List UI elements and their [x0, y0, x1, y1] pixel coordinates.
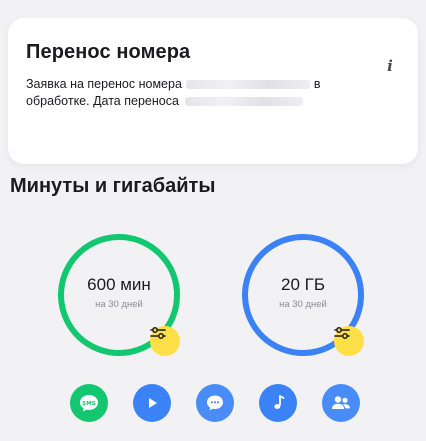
- music-icon: [274, 395, 285, 409]
- chat-icon: [207, 395, 223, 411]
- sliders-icon: [334, 327, 350, 339]
- card-description: Заявка на перенос номера в обработке. Дат…: [26, 76, 366, 110]
- card-text-part1: Заявка на перенос номера: [26, 77, 182, 91]
- minutes-value: 600 мин: [87, 275, 151, 294]
- music-button[interactable]: [259, 384, 297, 422]
- card-title: Перенос номера: [26, 41, 191, 63]
- adjust-internet-button[interactable]: [334, 326, 364, 356]
- internet-period: на 30 дней: [279, 299, 327, 310]
- social-button[interactable]: [322, 384, 360, 422]
- people-icon: [332, 396, 350, 409]
- redacted-transfer-date: [184, 97, 303, 107]
- minutes-period: на 30 дней: [95, 299, 143, 310]
- video-button[interactable]: [133, 384, 171, 422]
- sliders-icon: [150, 327, 166, 339]
- number-transfer-card[interactable]: Перенос номера i Заявка на перенос номер…: [8, 18, 418, 164]
- section-title: Минуты и гигабайты: [10, 175, 216, 197]
- screen: Перенос номера i Заявка на перенос номер…: [0, 0, 426, 441]
- play-icon: [149, 398, 157, 408]
- info-icon[interactable]: i: [380, 56, 400, 76]
- redacted-phone-number: [185, 80, 310, 90]
- adjust-minutes-button[interactable]: [150, 326, 180, 356]
- service-icons-row: SMS: [70, 384, 360, 422]
- sms-icon: SMS: [80, 395, 98, 412]
- messenger-button[interactable]: [196, 384, 234, 422]
- sms-button[interactable]: SMS: [70, 384, 108, 422]
- minutes-package[interactable]: 600 мин на 30 дней: [54, 230, 184, 360]
- internet-package[interactable]: 20 ГБ на 30 дней: [238, 230, 368, 360]
- internet-value: 20 ГБ: [281, 275, 325, 294]
- svg-text:SMS: SMS: [82, 401, 95, 407]
